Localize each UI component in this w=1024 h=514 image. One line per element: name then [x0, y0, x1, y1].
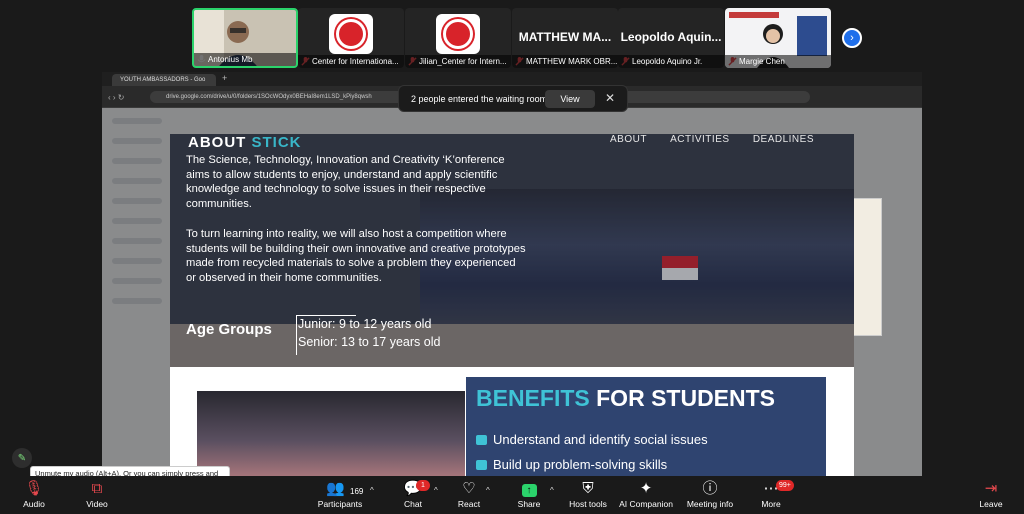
participant-display-name: Leopoldo Aquin...: [620, 30, 722, 44]
pencil-icon[interactable]: ✎: [12, 448, 32, 468]
more-badge: 99+: [776, 480, 794, 491]
participant-name: Margie Chen: [725, 55, 831, 68]
browser-tab-bar: YOUTH AMBASSADORS - Goo +: [102, 72, 922, 86]
age-senior: Senior: 13 to 17 years old: [298, 335, 441, 349]
share-screen-icon: ↑: [512, 480, 546, 498]
participant-tile-center[interactable]: Center for Internationa...: [298, 8, 404, 68]
browser-tab[interactable]: YOUTH AMBASSADORS - Goo: [112, 74, 216, 86]
leave-icon: ⇥: [984, 480, 998, 497]
ai-companion-button[interactable]: ✦ AI Companion: [618, 480, 674, 512]
benefits-panel: BENEFITS FOR STUDENTS Understand and ide…: [466, 377, 826, 476]
about-heading: ABOUT STICK: [188, 134, 302, 151]
chevron-up-icon[interactable]: ^: [550, 486, 554, 495]
document-page: ABOUT STICK ABOUT ACTIVITIES DEADLINES T…: [170, 134, 854, 476]
shield-icon: ⛨: [582, 480, 594, 497]
thumbs-up-icon: [476, 435, 487, 445]
participant-display-name: MATTHEW MA...: [518, 30, 612, 44]
participants-count: 169: [350, 487, 364, 496]
waiting-room-notification: 2 people entered the waiting room View ✕: [398, 85, 628, 112]
more-button[interactable]: ⋯ 99+ More: [754, 480, 794, 512]
participant-name: Center for Internationa...: [298, 55, 404, 68]
nav-about: ABOUT: [610, 134, 647, 145]
about-paragraph-2: To turn learning into reality, we will a…: [186, 228, 526, 284]
share-button[interactable]: ↑ Share ^: [512, 480, 554, 512]
video-button[interactable]: ⧉ Video: [72, 480, 122, 512]
about-paragraph-1: The Science, Technology, Innovation and …: [186, 154, 505, 210]
participant-tile-matthew[interactable]: MATTHEW MA... MATTHEW MARK OBR...: [512, 8, 618, 68]
meeting-toolbar: 🎙 Audio ⧉ Video 👥 169 Participants ^ 💬 1…: [0, 476, 1024, 514]
chevron-up-icon[interactable]: ^: [434, 486, 438, 495]
close-icon[interactable]: ✕: [605, 91, 615, 105]
view-waiting-room-button[interactable]: View: [545, 90, 595, 108]
benefit-item: Understand and identify social issues: [476, 432, 708, 447]
new-tab-icon[interactable]: +: [222, 73, 227, 83]
participant-strip: Antonius Mb Center for Internationa... J…: [0, 0, 1024, 70]
info-icon: ⓘ: [702, 480, 718, 497]
nav-activities: ACTIVITIES: [670, 134, 730, 145]
host-tools-button[interactable]: ⛨ Host tools: [566, 480, 610, 512]
next-page-arrow-icon[interactable]: ›: [842, 28, 862, 48]
nav-deadlines: DEADLINES: [752, 134, 814, 145]
chevron-up-icon[interactable]: ^: [370, 486, 374, 495]
chat-badge: 1: [416, 480, 430, 491]
event-photo: [197, 391, 465, 476]
thumbs-up-icon: [476, 460, 487, 470]
leave-button[interactable]: ⇥ Leave: [974, 480, 1008, 512]
meeting-info-button[interactable]: ⓘ Meeting info: [684, 480, 736, 512]
organization-logo: [329, 14, 373, 54]
browser-nav-icons[interactable]: ‹ › ↻: [108, 92, 144, 102]
organization-logo: [436, 14, 480, 54]
chevron-up-icon[interactable]: ^: [486, 486, 490, 495]
chat-button[interactable]: 💬 1 Chat ^: [396, 480, 438, 512]
svg-text:‹ › ↻: ‹ › ↻: [108, 93, 124, 102]
muted-mic-icon: 🎙: [24, 480, 44, 497]
participant-tile-jilian[interactable]: Jilian_Center for Intern...: [405, 8, 511, 68]
participant-name: Antonius Mb: [194, 53, 296, 66]
shared-screen: YOUTH AMBASSADORS - Goo + ‹ › ↻ drive.go…: [102, 72, 922, 476]
participant-tile-antonius[interactable]: Antonius Mb: [192, 8, 298, 68]
benefits-title: BENEFITS FOR STUDENTS: [476, 385, 776, 411]
participant-name: Leopoldo Aquino Jr.: [618, 55, 724, 68]
about-section: ABOUT STICK ABOUT ACTIVITIES DEADLINES T…: [170, 134, 854, 367]
audio-button[interactable]: 🎙 Audio: [8, 480, 60, 512]
participant-tile-leopoldo[interactable]: Leopoldo Aquin... Leopoldo Aquino Jr.: [618, 8, 724, 68]
participant-name: MATTHEW MARK OBR...: [512, 55, 618, 68]
participant-tile-margie[interactable]: Margie Chen: [725, 8, 831, 68]
age-junior: Junior: 9 to 12 years old: [298, 317, 432, 331]
participant-name: Jilian_Center for Intern...: [405, 55, 511, 68]
benefit-item: Build up problem-solving skills: [476, 457, 667, 472]
react-button[interactable]: ♡ React ^: [452, 480, 490, 512]
document-nav: ABOUT ACTIVITIES DEADLINES: [590, 134, 814, 145]
notification-message: 2 people entered the waiting room: [411, 94, 548, 104]
participants-button[interactable]: 👥 169 Participants ^: [312, 480, 374, 512]
sparkle-icon: ✦: [639, 480, 653, 497]
heart-icon: ♡: [462, 480, 476, 497]
age-groups-title: Age Groups: [186, 321, 272, 338]
video-off-icon: ⧉: [91, 480, 103, 497]
